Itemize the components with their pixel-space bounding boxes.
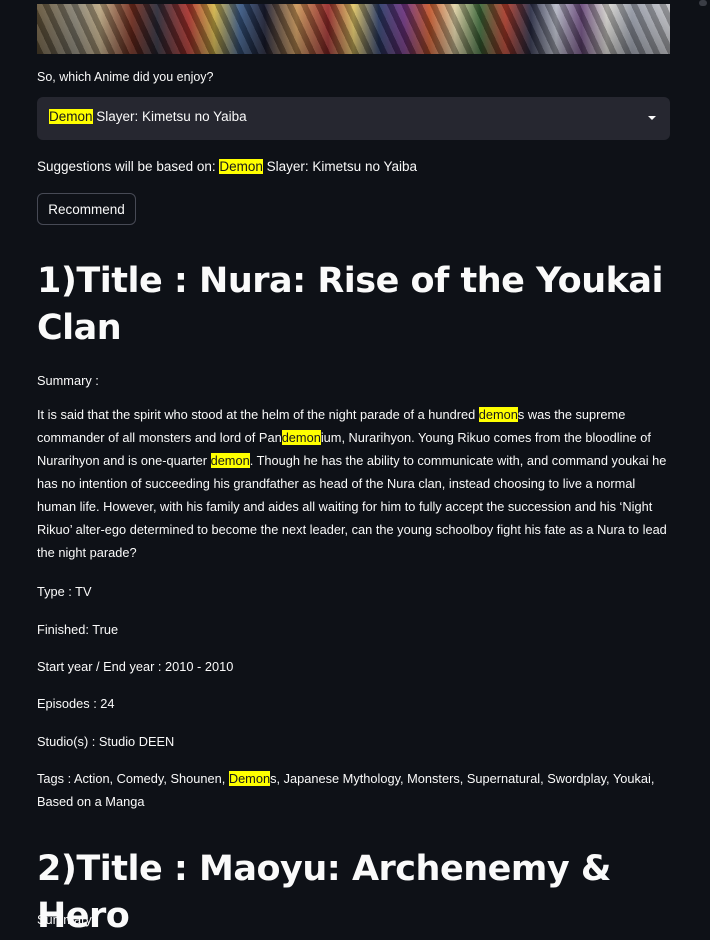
- chevron-down-icon[interactable]: [648, 116, 656, 120]
- search-highlight: Demon: [219, 159, 263, 174]
- search-highlight: Demon: [228, 771, 271, 786]
- summary-text: It is said that the spirit who stood at …: [37, 403, 670, 564]
- scrollbar-thumb[interactable]: [699, 0, 707, 6]
- search-highlight: demon: [281, 430, 321, 445]
- recommend-button[interactable]: Recommend: [37, 193, 136, 225]
- suggestion-text: Suggestions will be based on: Demon Slay…: [37, 159, 417, 174]
- summary-part: . Though he has the ability to communica…: [37, 453, 667, 560]
- search-highlight: demon: [478, 407, 518, 422]
- result-title: 1)Title : Nura: Rise of the Youkai Clan: [37, 261, 664, 348]
- search-highlight: demon: [210, 453, 250, 468]
- anime-question-label: So, which Anime did you enjoy?: [37, 70, 214, 84]
- banner-overlay: [37, 4, 670, 54]
- tags-field: Tags : Action, Comedy, Shounen, Demons, …: [37, 767, 670, 813]
- years-field: Start year / End year : 2010 - 2010: [37, 659, 234, 674]
- finished-field: Finished: True: [37, 622, 119, 637]
- suggestion-rest: Slayer: Kimetsu no Yaiba: [262, 159, 417, 174]
- anime-select-value: Demon Slayer: Kimetsu no Yaiba: [49, 109, 247, 124]
- episodes-field: Episodes : 24: [37, 696, 115, 711]
- page-scrollbar[interactable]: [696, 0, 710, 932]
- search-highlight: Demon: [49, 109, 93, 124]
- anime-select[interactable]: Demon Slayer: Kimetsu no Yaiba: [37, 97, 670, 140]
- type-field: Type : TV: [37, 584, 92, 599]
- select-value-rest: Slayer: Kimetsu no Yaiba: [92, 109, 247, 124]
- summary-part: It is said that the spirit who stood at …: [37, 407, 479, 422]
- suggestion-prefix: Suggestions will be based on:: [37, 159, 220, 174]
- tags-part: Tags : Action, Comedy, Shounen,: [37, 771, 229, 786]
- studios-field: Studio(s) : Studio DEEN: [37, 734, 175, 749]
- anime-collage-banner: [37, 4, 670, 54]
- summary-label: Summary :: [37, 373, 99, 388]
- summary-label: Summary :: [37, 912, 99, 927]
